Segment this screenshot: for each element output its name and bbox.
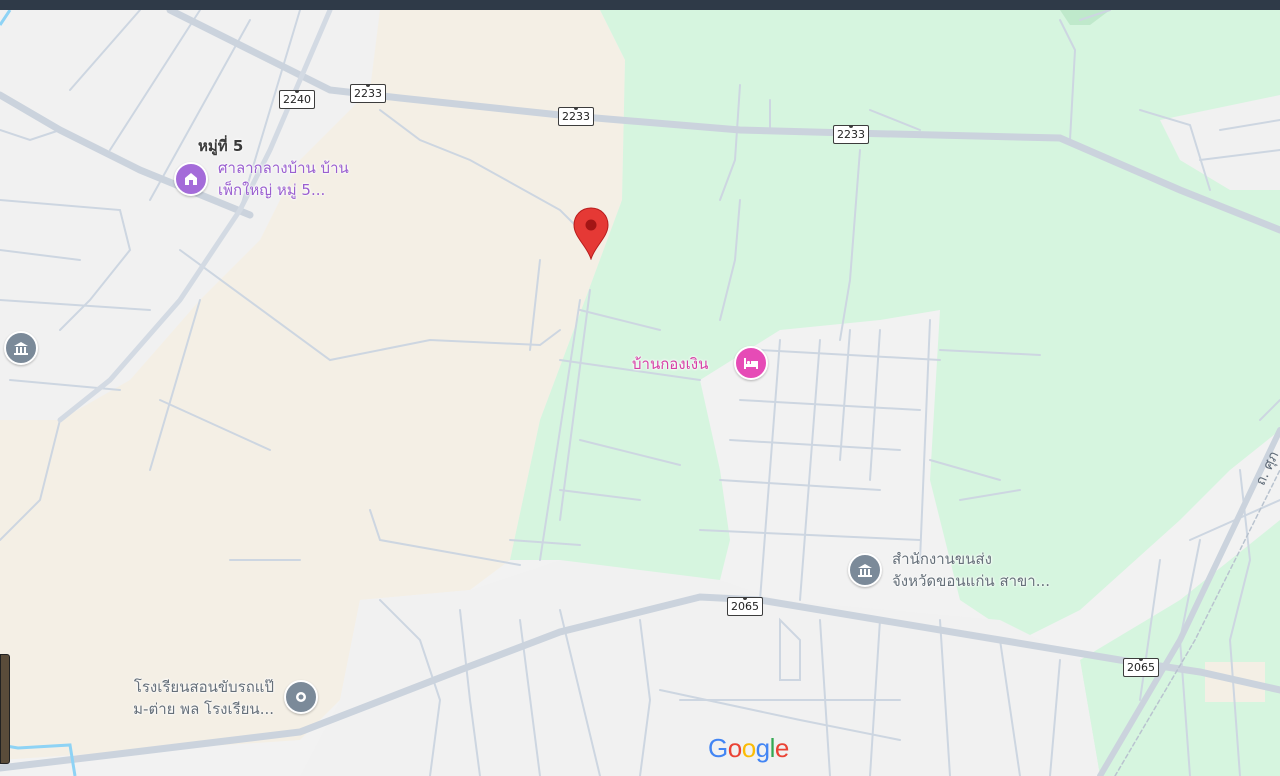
- route-shield-2065: 2065: [727, 597, 763, 616]
- place-icon[interactable]: [284, 680, 318, 714]
- logo-letter: g: [755, 733, 770, 763]
- map-canvas[interactable]: 2240 2233 2233 2233 2065 2065 หมู่ที่ 5 …: [0, 0, 1280, 776]
- street-view-thumbnail[interactable]: [0, 654, 10, 764]
- poi-label-line: ม-ต่าย พล โรงเรียน...: [133, 700, 274, 718]
- poi-label-community-hall[interactable]: ศาลากลางบ้าน บ้าน เพ็กใหญ่ หมู่ 5...: [218, 157, 349, 201]
- poi-label-transport-office[interactable]: สำนักงานขนส่ง จังหวัดขอนแก่น สาขา...: [892, 548, 1050, 592]
- map-base-layer: [0, 0, 1280, 776]
- google-logo: Google: [708, 733, 789, 764]
- poi-label-line: โรงเรียนสอนขับรถแป๊: [133, 678, 274, 696]
- poi-label-driving-school[interactable]: โรงเรียนสอนขับรถแป๊ ม-ต่าย พล โรงเรียน..…: [108, 676, 274, 720]
- route-shield-2240: 2240: [279, 90, 315, 109]
- route-shield-2233: 2233: [350, 84, 386, 103]
- hotel-icon[interactable]: [734, 346, 768, 380]
- government-building-icon[interactable]: [848, 553, 882, 587]
- logo-letter: o: [741, 733, 756, 763]
- logo-letter: o: [727, 733, 742, 763]
- location-pin-icon[interactable]: [572, 206, 610, 264]
- poi-label-hotel[interactable]: บ้านกองเงิน: [632, 353, 708, 375]
- route-shield-2233: 2233: [558, 107, 594, 126]
- window-top-bar: [0, 0, 1280, 10]
- community-hall-icon[interactable]: [174, 162, 208, 196]
- government-building-icon[interactable]: [4, 331, 38, 365]
- village-label: หมู่ที่ 5: [198, 137, 244, 155]
- logo-letter: G: [708, 733, 728, 763]
- route-shield-2233: 2233: [833, 125, 869, 144]
- logo-letter: e: [774, 733, 789, 763]
- poi-label-line: สำนักงานขนส่ง: [892, 550, 992, 568]
- poi-label-line: ศาลากลางบ้าน บ้าน: [218, 159, 349, 177]
- poi-label-line: เพ็กใหญ่ หมู่ 5...: [218, 181, 326, 199]
- poi-label-line: จังหวัดขอนแก่น สาขา...: [892, 572, 1051, 590]
- route-shield-2065: 2065: [1123, 658, 1159, 677]
